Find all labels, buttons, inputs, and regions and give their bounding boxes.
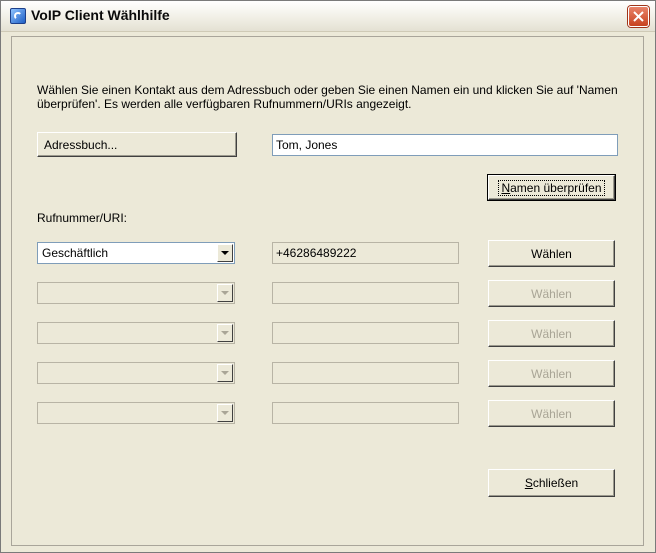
window-title: VoIP Client Wählhilfe	[31, 7, 170, 23]
dial-button-2: Wählen	[488, 280, 615, 307]
number-label: Rufnummer/URI:	[37, 211, 128, 225]
number-display-4	[272, 362, 459, 384]
check-names-button[interactable]: Namen überprüfen	[488, 175, 615, 200]
address-book-button-label: Adressbuch...	[44, 138, 118, 152]
number-display-2	[272, 282, 459, 304]
dial-button-label-2: Wählen	[531, 286, 572, 301]
dial-button-label-4: Wählen	[531, 366, 572, 381]
number-display-3	[272, 322, 459, 344]
chevron-down-icon	[217, 324, 233, 342]
dial-button-label-3: Wählen	[531, 326, 572, 341]
title-bar[interactable]: VoIP Client Wählhilfe	[1, 1, 655, 32]
number-type-select-1[interactable]: Geschäftlich	[37, 242, 235, 264]
number-type-select-5	[37, 402, 235, 424]
dial-button-label-5: Wählen	[531, 406, 572, 421]
close-button-label: Schließen	[524, 476, 579, 490]
chevron-down-icon[interactable]	[217, 244, 233, 262]
chevron-down-icon	[217, 284, 233, 302]
number-display-1: +46286489222	[272, 242, 459, 264]
dialog-window: VoIP Client Wählhilfe Wählen Sie einen K…	[0, 0, 656, 553]
number-display-5	[272, 402, 459, 424]
chevron-down-icon	[217, 364, 233, 382]
close-icon	[633, 11, 644, 22]
number-type-select-3	[37, 322, 235, 344]
number-type-value-1: Geschäftlich	[42, 246, 109, 260]
close-window-button[interactable]	[628, 6, 649, 27]
dial-button-1[interactable]: Wählen	[488, 240, 615, 267]
address-book-button[interactable]: Adressbuch...	[37, 132, 237, 157]
name-input[interactable]: Tom, Jones	[272, 134, 618, 156]
close-button[interactable]: Schließen	[488, 469, 615, 497]
dial-button-3: Wählen	[488, 320, 615, 347]
dial-button-label-1: Wählen	[531, 246, 572, 261]
instruction-text: Wählen Sie einen Kontakt aus dem Adressb…	[37, 83, 618, 111]
number-type-select-2	[37, 282, 235, 304]
number-type-select-4	[37, 362, 235, 384]
app-icon	[10, 8, 26, 24]
dial-button-4: Wählen	[488, 360, 615, 387]
dial-button-5: Wählen	[488, 400, 615, 427]
check-names-label: Namen überprüfen	[498, 179, 605, 196]
chevron-down-icon	[217, 404, 233, 422]
